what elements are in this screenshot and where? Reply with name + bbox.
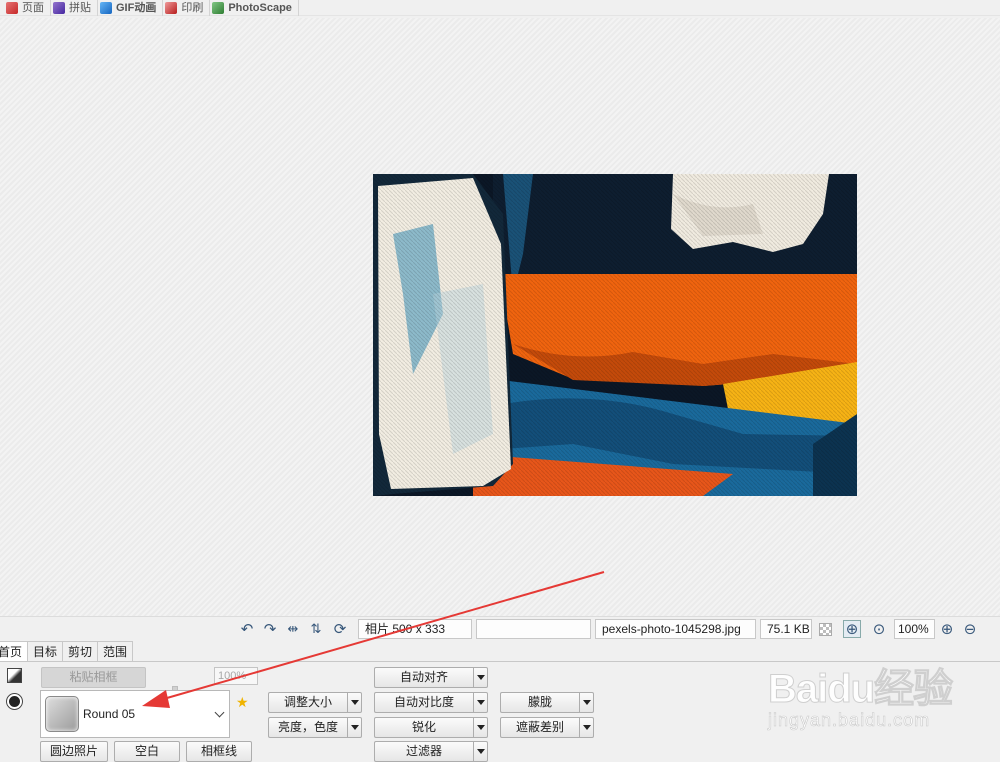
backlight-button[interactable]: 遮蔽差别 xyxy=(500,717,594,738)
frame-line-button[interactable]: 相框线 xyxy=(186,741,252,762)
transparency-checker-icon[interactable] xyxy=(816,620,834,638)
edited-photo[interactable] xyxy=(373,174,857,496)
tab-combine-label: 拼贴 xyxy=(69,1,91,14)
bloom-dropdown-arrow[interactable] xyxy=(579,692,594,713)
photoscape-icon xyxy=(212,1,225,14)
auto-contrast-label: 自动对比度 xyxy=(374,692,473,713)
sharpen-label: 锐化 xyxy=(374,717,473,738)
frame-style-name: Round 05 xyxy=(83,707,136,721)
tab-crop[interactable]: 剪切 xyxy=(62,641,99,661)
filename-field: pexels-photo-1045298.jpg xyxy=(595,619,756,639)
zoom-in-icon[interactable]: ⊕ xyxy=(938,620,956,638)
backlight-dropdown-arrow[interactable] xyxy=(579,717,594,738)
edit-tab-strip: 首页 目标 剪切 范围 xyxy=(0,641,134,661)
tab-photoscape-label: PhotoScape xyxy=(228,1,292,14)
sharpen-dropdown-arrow[interactable] xyxy=(473,717,488,738)
tab-print-label: 印刷 xyxy=(181,1,204,14)
combine-icon xyxy=(53,1,65,14)
paste-frame-button[interactable]: 粘贴相框 xyxy=(41,667,146,688)
tab-print[interactable]: 印刷 xyxy=(163,0,211,16)
rotate-free-icon[interactable]: ⟳ xyxy=(331,620,349,638)
tab-page[interactable]: 页面 xyxy=(4,0,51,16)
status-empty-field xyxy=(476,619,591,639)
print-icon xyxy=(165,1,178,14)
frame-style-select[interactable]: Round 05 xyxy=(40,690,230,738)
bloom-label: 朦胧 xyxy=(500,692,579,713)
sharpen-button[interactable]: 锐化 xyxy=(374,717,488,738)
frame-thumbnail xyxy=(45,696,79,732)
filter-dropdown-arrow[interactable] xyxy=(473,741,488,762)
filter-button[interactable]: 过滤器 xyxy=(374,741,488,762)
favorite-star-icon[interactable]: ★ xyxy=(236,694,249,711)
flip-vertical-icon[interactable]: ⇅ xyxy=(307,620,325,638)
tab-object[interactable]: 目标 xyxy=(27,641,64,661)
frame-percent-field[interactable]: 100% xyxy=(214,667,258,685)
page-mode-icon xyxy=(6,1,18,14)
bloom-button[interactable]: 朦胧 xyxy=(500,692,594,713)
auto-level-button[interactable]: 自动对齐 xyxy=(374,667,488,688)
mode-tab-strip: 页面 拼贴 GIF动画 印刷 PhotoScape xyxy=(0,0,1000,16)
auto-level-label: 自动对齐 xyxy=(374,667,473,688)
margin-button[interactable]: 空白 xyxy=(114,741,180,762)
gif-icon xyxy=(100,1,112,14)
tab-gif-label: GIF动画 xyxy=(116,1,157,14)
zoom-level-field[interactable]: 100% xyxy=(894,619,935,639)
zoom-actual-icon[interactable]: ⊙ xyxy=(870,620,888,638)
tab-tools[interactable]: 范围 xyxy=(97,641,134,661)
auto-contrast-dropdown-arrow[interactable] xyxy=(473,692,488,713)
filter-label: 过滤器 xyxy=(374,741,473,762)
resize-dropdown-arrow[interactable] xyxy=(347,692,362,713)
brightness-color-label: 亮度，色度 xyxy=(268,717,347,738)
chevron-down-icon xyxy=(214,707,225,718)
resize-label: 调整大小 xyxy=(268,692,347,713)
zoom-fit-icon[interactable]: ⊕ xyxy=(843,620,861,638)
tab-home[interactable]: 首页 xyxy=(0,641,29,661)
tab-page-label: 页面 xyxy=(22,1,44,14)
rotate-left-icon[interactable]: ↶ xyxy=(238,620,256,638)
tab-gif[interactable]: GIF动画 xyxy=(98,0,164,16)
tab-photoscape[interactable]: PhotoScape xyxy=(210,0,299,16)
rotate-right-icon[interactable]: ↷ xyxy=(261,620,279,638)
round-photo-button[interactable]: 圆边照片 xyxy=(40,741,108,762)
abstract-painting-image xyxy=(373,174,857,496)
auto-level-dropdown-arrow[interactable] xyxy=(473,667,488,688)
home-tab-panel: 粘贴相框 100% Round 05 ★ 圆边照片 空白 相框线 调整大小 亮度… xyxy=(0,661,1000,762)
resize-button[interactable]: 调整大小 xyxy=(268,692,362,713)
backlight-label: 遮蔽差别 xyxy=(500,717,579,738)
flip-horizontal-icon[interactable]: ⇹ xyxy=(284,620,302,638)
zoom-out-icon[interactable]: ⊖ xyxy=(961,620,979,638)
brightness-color-button[interactable]: 亮度，色度 xyxy=(268,717,362,738)
status-bar: ↶ ↷ ⇹ ⇅ ⟳ 相片 500 x 333 pexels-photo-1045… xyxy=(0,616,1000,640)
photo-info-field: 相片 500 x 333 xyxy=(358,619,472,639)
tab-combine[interactable]: 拼贴 xyxy=(51,0,98,16)
auto-contrast-button[interactable]: 自动对比度 xyxy=(374,692,488,713)
frame-shape-icon[interactable] xyxy=(7,694,22,709)
frame-color-icon[interactable] xyxy=(7,668,22,683)
edit-panel: 首页 目标 剪切 范围 粘贴相框 100% Round 05 ★ 圆边照片 空白… xyxy=(0,641,1000,762)
brightness-dropdown-arrow[interactable] xyxy=(347,717,362,738)
filesize-field: 75.1 KB xyxy=(760,619,812,639)
editor-canvas[interactable] xyxy=(0,18,1000,616)
